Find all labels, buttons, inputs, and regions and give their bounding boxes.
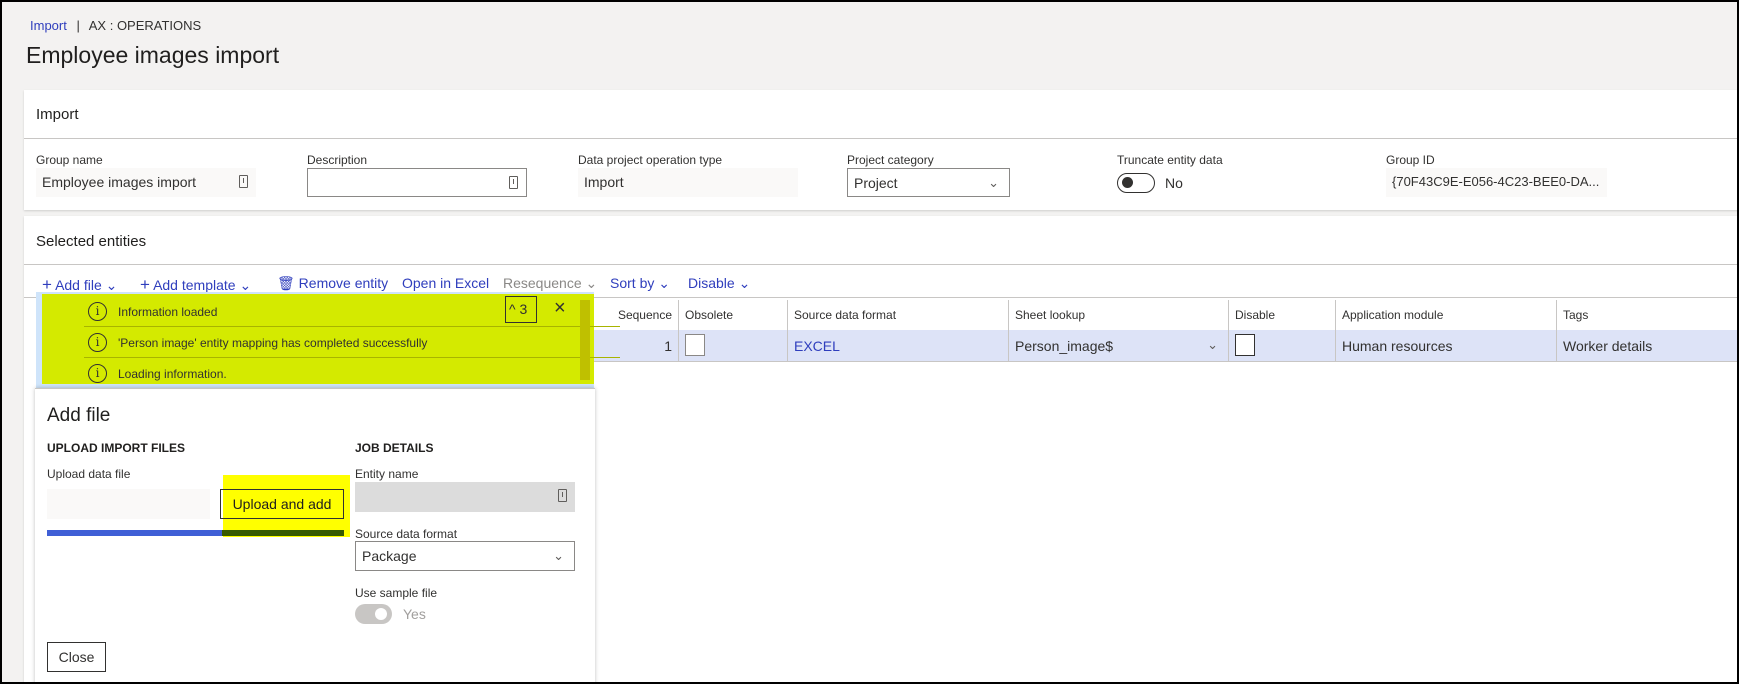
add-file-title: Add file <box>47 405 111 426</box>
collapse-notifications-button[interactable]: ^ 3 <box>505 296 537 323</box>
operation-type-label: Data project operation type <box>578 153 723 167</box>
chevron-down-icon: ⌄ <box>553 548 564 563</box>
project-category-value: Project <box>854 175 898 191</box>
column-header-obsolete[interactable]: Obsolete <box>678 300 787 330</box>
open-in-excel-button[interactable]: Open in Excel <box>402 275 489 291</box>
truncate-value: No <box>1165 175 1183 191</box>
sort-by-label: Sort by <box>610 275 655 291</box>
page-title: Employee images import <box>26 42 280 68</box>
upload-section-heading: UPLOAD IMPORT FILES <box>47 441 185 455</box>
entity-name-label: Entity name <box>355 467 419 481</box>
cell-disable[interactable] <box>1228 330 1335 362</box>
lookup-icon[interactable] <box>239 175 248 188</box>
breadcrumb-context: AX : OPERATIONS <box>88 18 202 33</box>
group-name-label: Group name <box>36 153 103 167</box>
cell-sheet-lookup[interactable]: Person_image$ ⌄ <box>1008 330 1228 362</box>
description-label: Description <box>307 153 368 167</box>
lookup-icon[interactable] <box>558 489 567 502</box>
group-id-label: Group ID <box>1386 153 1435 167</box>
notification-text: Information loaded <box>118 305 218 319</box>
notification-list: i Information loaded i 'Person image' enti… <box>42 294 620 384</box>
source-format-select[interactable]: Package ⌄ <box>355 541 575 571</box>
source-format-label: Source data format <box>355 527 458 541</box>
entity-name-input[interactable] <box>355 482 575 512</box>
add-file-panel: Add file UPLOAD IMPORT FILES Upload data… <box>35 388 595 682</box>
remove-entity-label: Remove entity <box>298 275 389 291</box>
group-name-value: Employee images import <box>42 174 197 190</box>
project-category-label: Project category <box>847 153 934 167</box>
close-button[interactable]: Close <box>47 642 106 672</box>
cell-source-format-link[interactable]: EXCEL <box>787 330 1008 362</box>
notification-item: i Loading information. <box>84 359 620 389</box>
import-card-title: Import <box>36 106 79 123</box>
sort-by-button[interactable]: Sort by ⌄ <box>610 275 670 292</box>
breadcrumb: Import | AX : OPERATIONS <box>30 18 201 33</box>
resequence-label: Resequence <box>503 275 582 291</box>
group-id-field: {70F43C9E-E056-4C23-BEE0-DA... <box>1386 168 1607 197</box>
chevron-down-icon[interactable]: ⌄ <box>1207 337 1218 353</box>
upload-file-input[interactable] <box>47 489 210 519</box>
resequence-button[interactable]: Resequence ⌄ <box>503 275 597 292</box>
info-icon: i <box>88 302 107 321</box>
trash-icon: 🗑 <box>277 275 295 291</box>
disable-checkbox[interactable] <box>1235 334 1255 356</box>
column-header-tags[interactable]: Tags <box>1556 300 1737 330</box>
use-sample-value: Yes <box>403 606 426 622</box>
selected-entities-title: Selected entities <box>36 233 147 250</box>
description-input[interactable] <box>307 168 527 197</box>
notification-text: Loading information. <box>118 367 227 381</box>
close-notifications-icon[interactable]: × <box>554 297 566 320</box>
notification-count: 3 <box>519 301 528 317</box>
divider <box>24 138 1737 139</box>
info-icon: i <box>88 333 107 352</box>
column-header-disable[interactable]: Disable <box>1228 300 1335 330</box>
disable-menu-label: Disable <box>688 275 735 291</box>
column-header-source-format[interactable]: Source data format <box>787 300 1008 330</box>
project-category-select[interactable]: Project ⌄ <box>847 168 1010 197</box>
use-sample-toggle[interactable] <box>355 604 392 624</box>
chevron-up-icon: ^ <box>509 301 516 317</box>
cell-application-module[interactable]: Human resources <box>1335 330 1556 362</box>
add-template-label: Add template <box>153 277 236 293</box>
upload-and-add-button[interactable]: Upload and add <box>220 489 344 519</box>
operation-type-field: Import <box>578 168 798 197</box>
app-window: Import | AX : OPERATIONS Employee images… <box>2 2 1737 682</box>
disable-menu-button[interactable]: Disable ⌄ <box>688 275 750 292</box>
truncate-label: Truncate entity data <box>1117 153 1223 167</box>
scrollbar[interactable] <box>580 300 590 380</box>
use-sample-label: Use sample file <box>355 586 438 600</box>
breadcrumb-import-link[interactable]: Import <box>30 18 67 33</box>
lookup-icon[interactable] <box>509 176 518 189</box>
sheet-lookup-value: Person_image$ <box>1015 338 1114 354</box>
add-file-label: Add file <box>55 277 102 293</box>
column-header-sheet-lookup[interactable]: Sheet lookup <box>1008 300 1228 330</box>
notification-item: i 'Person image' entity mapping has compl… <box>84 328 620 358</box>
group-name-field[interactable]: Employee images import <box>36 168 256 197</box>
truncate-toggle[interactable] <box>1117 173 1155 193</box>
upload-data-file-label: Upload data file <box>47 467 131 481</box>
chevron-down-icon: ⌄ <box>988 175 999 190</box>
job-details-heading: JOB DETAILS <box>355 441 434 455</box>
notification-item: i Information loaded <box>84 297 620 327</box>
remove-entity-button[interactable]: 🗑 Remove entity <box>277 275 388 292</box>
cell-obsolete[interactable] <box>678 330 787 362</box>
divider <box>24 264 1737 265</box>
obsolete-checkbox[interactable] <box>685 334 705 356</box>
breadcrumb-separator: | <box>76 18 80 33</box>
notification-text: 'Person image' entity mapping has comple… <box>118 336 428 350</box>
source-format-value: Package <box>362 548 417 564</box>
upload-progress-bar <box>47 530 344 536</box>
info-icon: i <box>88 364 107 383</box>
cell-tags[interactable]: Worker details <box>1556 330 1737 362</box>
import-card: Import Group name Employee images import… <box>24 90 1737 210</box>
column-header-application-module[interactable]: Application module <box>1335 300 1556 330</box>
